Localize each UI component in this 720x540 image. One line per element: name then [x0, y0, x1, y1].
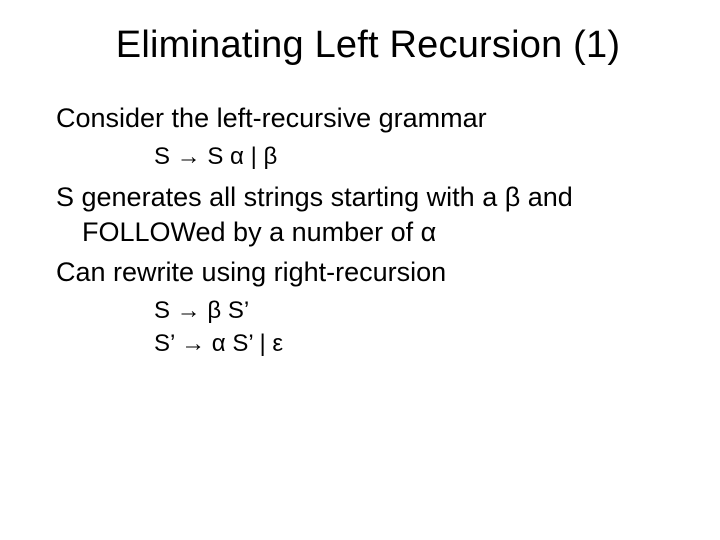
slide: Eliminating Left Recursion (1) Consider … [0, 0, 720, 540]
explanation-line: S generates all strings starting with a … [56, 180, 680, 249]
grammar-rewrite-2: S’ → α S’ | ε [56, 329, 680, 360]
slide-title: Eliminating Left Recursion (1) [56, 24, 680, 67]
slide-body: Consider the left-recursive grammar S → … [56, 101, 680, 359]
grammar-rewrite-1: S → β S’ [56, 296, 680, 327]
grammar-original: S → S α | β [56, 142, 680, 173]
rewrite-line: Can rewrite using right-recursion [56, 255, 680, 290]
intro-line: Consider the left-recursive grammar [56, 101, 680, 136]
